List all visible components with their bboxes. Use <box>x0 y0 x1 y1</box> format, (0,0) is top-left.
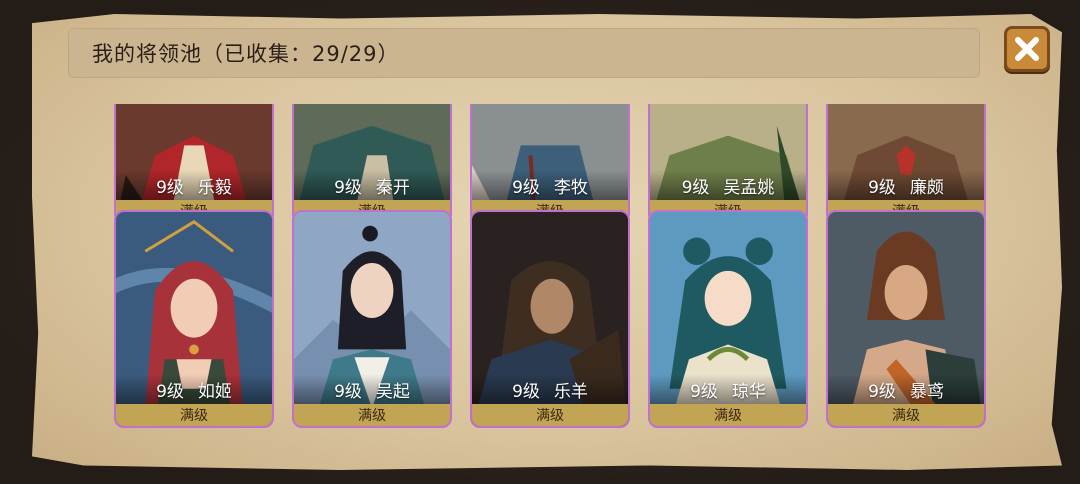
general-name: 琼华 <box>731 381 766 402</box>
max-level-badge: 满级 <box>472 404 628 426</box>
general-name: 廉颇 <box>909 177 944 198</box>
general-level: 9级 <box>690 381 718 402</box>
general-name: 吴孟姚 <box>723 177 775 198</box>
general-card[interactable]: 9级 李牧 满级 <box>470 104 630 224</box>
general-card[interactable]: 9级 秦开 满级 <box>292 104 452 224</box>
general-card[interactable]: 9级 琼华 满级 <box>648 210 808 428</box>
general-level: 9级 <box>868 177 896 198</box>
general-card[interactable]: 9级 吴孟姚 满级 <box>648 104 808 224</box>
general-card[interactable]: 9级 暴鸢 满级 <box>826 210 986 428</box>
general-name: 如姬 <box>197 381 232 402</box>
general-level: 9级 <box>512 381 540 402</box>
general-row-top: 9级 乐毅 满级 9级 秦开 满级 <box>114 104 986 224</box>
general-level: 9级 <box>681 177 710 198</box>
general-level: 9级 <box>868 381 896 402</box>
general-name: 乐毅 <box>197 177 232 198</box>
general-name: 乐羊 <box>553 381 588 402</box>
close-icon <box>1015 37 1039 61</box>
general-level: 9级 <box>156 381 184 402</box>
title-bar: 我的将领池（已收集：29/29） <box>68 28 980 78</box>
max-level-badge: 满级 <box>294 404 450 426</box>
general-grid[interactable]: 9级 乐毅 满级 9级 秦开 满级 <box>106 104 990 434</box>
general-name: 吴起 <box>375 381 410 402</box>
general-card[interactable]: 9级 乐毅 满级 <box>114 104 274 224</box>
general-level: 9级 <box>334 381 362 402</box>
general-row-bottom: 9级 如姬 满级 9级 吴起 满级 9级 乐羊 满级 9级 琼华 满级 9级 暴… <box>114 210 986 428</box>
general-card[interactable]: 9级 如姬 满级 <box>114 210 274 428</box>
general-name: 暴鸢 <box>909 381 944 402</box>
general-card[interactable]: 9级 廉颇 满级 <box>826 104 986 224</box>
general-name: 李牧 <box>553 177 588 198</box>
max-level-badge: 满级 <box>650 404 806 426</box>
close-button[interactable] <box>1004 26 1050 72</box>
general-name: 秦开 <box>375 177 410 198</box>
general-level: 9级 <box>156 177 184 198</box>
max-level-badge: 满级 <box>116 404 272 426</box>
general-card[interactable]: 9级 乐羊 满级 <box>470 210 630 428</box>
general-card[interactable]: 9级 吴起 满级 <box>292 210 452 428</box>
general-level: 9级 <box>334 177 362 198</box>
general-level: 9级 <box>512 177 540 198</box>
page-title: 我的将领池（已收集：29/29） <box>92 42 400 66</box>
max-level-badge: 满级 <box>828 404 984 426</box>
